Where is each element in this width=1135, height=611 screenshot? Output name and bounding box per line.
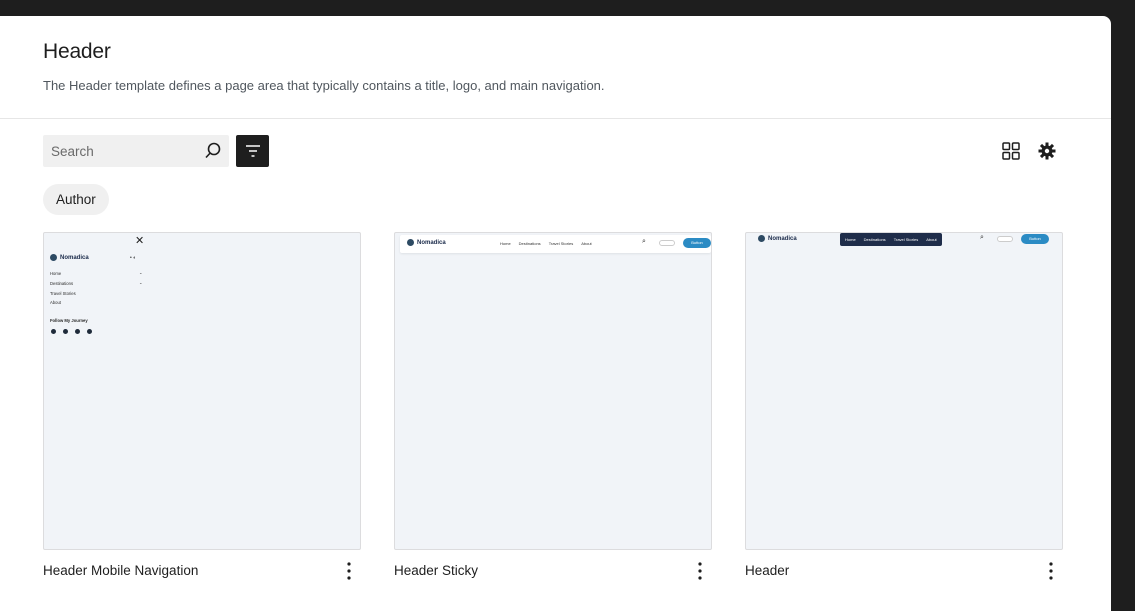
search-icon[interactable] [203,141,223,161]
site-logo: Nomadica [758,235,797,242]
filter-button[interactable] [236,135,269,167]
pattern-title: Header Sticky [394,563,479,578]
mini-button: Button [683,238,711,248]
theme-toggle [997,236,1013,242]
pattern-card[interactable]: Nomadica Home Destinations Travel Storie… [745,232,1063,580]
site-logo: Nomadica [407,239,446,246]
settings-button[interactable] [1034,138,1060,164]
search-icon: ⌕ [980,234,984,241]
social-icons [51,329,92,334]
pattern-preview[interactable]: ✕ Nomadica • ◐ Home ⌄ Destinations ⌄ Tra… [43,232,361,550]
pattern-title: Header [745,563,790,578]
menu-item: About [50,300,61,305]
x-icon [75,329,80,334]
pattern-title: Header Mobile Navigation [43,563,199,578]
instagram-icon [63,329,68,334]
menu-item: Home [50,271,62,276]
menu-item: Travel Stories [50,291,76,296]
grid-view-button[interactable] [998,138,1024,164]
youtube-icon [87,329,92,334]
site-logo: Nomadica [50,254,89,261]
dark-navigation-bar: Home Destinations Travel Stories About [840,233,942,246]
theme-toggle: • ◐ [130,255,137,261]
follow-heading: Follow My Journey [50,318,88,323]
grid-view-icon [1002,142,1020,160]
more-options-icon[interactable] [1041,560,1061,582]
page-header: Header The Header template defines a pag… [43,40,605,93]
search-box [43,135,229,167]
search-input[interactable] [43,135,193,167]
mini-navigation: Home Destinations Travel Stories About [500,241,592,246]
pattern-preview[interactable]: Nomadica Home Destinations Travel Storie… [394,232,712,550]
pattern-card[interactable]: ✕ Nomadica • ◐ Home ⌄ Destinations ⌄ Tra… [43,232,361,580]
page-title: Header [43,40,111,63]
menu-item: Destinations [50,281,74,286]
pattern-preview[interactable]: Nomadica Home Destinations Travel Storie… [745,232,1063,550]
filter-icon [246,145,260,157]
close-icon: ✕ [135,235,145,247]
chevron-down-icon: ⌄ [139,270,143,275]
facebook-icon [51,329,56,334]
author-filter-chip[interactable]: Author [43,184,109,215]
pattern-card[interactable]: Nomadica Home Destinations Travel Storie… [394,232,712,580]
search-icon: ⌕ [642,238,646,245]
template-part-panel: Header The Header template defines a pag… [0,16,1111,611]
page-description: The Header template defines a page area … [43,78,605,93]
more-options-icon[interactable] [690,560,710,582]
theme-toggle [659,240,675,246]
more-options-icon[interactable] [339,560,359,582]
mini-button: Button [1021,234,1049,244]
divider [0,118,1111,119]
chevron-down-icon: ⌄ [139,280,143,285]
gear-icon [1038,142,1056,160]
